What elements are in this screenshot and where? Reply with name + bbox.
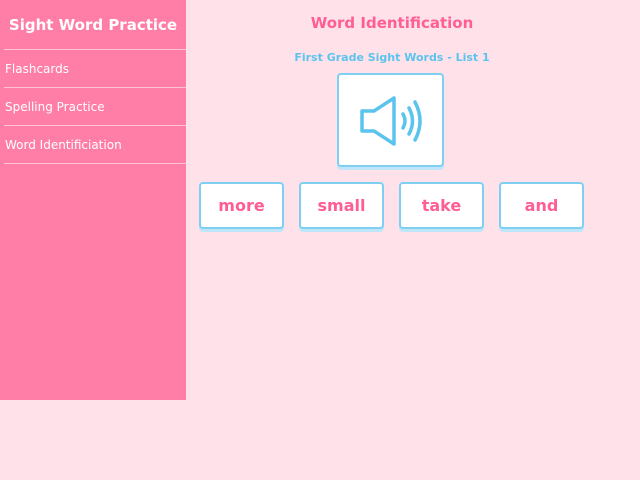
word-list-subtitle: First Grade Sight Words - List 1 bbox=[294, 51, 490, 64]
play-audio-button[interactable] bbox=[337, 73, 444, 167]
sidebar-divider bbox=[4, 49, 186, 50]
sidebar-divider bbox=[4, 87, 186, 88]
sidebar-divider bbox=[4, 163, 186, 164]
sidebar-item-flashcards[interactable]: Flashcards bbox=[0, 51, 186, 88]
sidebar-divider bbox=[4, 125, 186, 126]
word-choice-button[interactable]: and bbox=[499, 182, 584, 229]
app-title: Sight Word Practice bbox=[8, 16, 178, 34]
sidebar: Sight Word Practice Flashcards Spelling … bbox=[0, 0, 186, 400]
word-choice-button[interactable]: more bbox=[199, 182, 284, 229]
speaker-sound-icon bbox=[360, 96, 422, 146]
sidebar-item-word-identification[interactable]: Word Identificiation bbox=[0, 127, 186, 164]
page-title: Word Identification bbox=[310, 14, 474, 32]
sidebar-item-spelling-practice[interactable]: Spelling Practice bbox=[0, 89, 186, 126]
word-choice-button[interactable]: take bbox=[399, 182, 484, 229]
word-choice-button[interactable]: small bbox=[299, 182, 384, 229]
